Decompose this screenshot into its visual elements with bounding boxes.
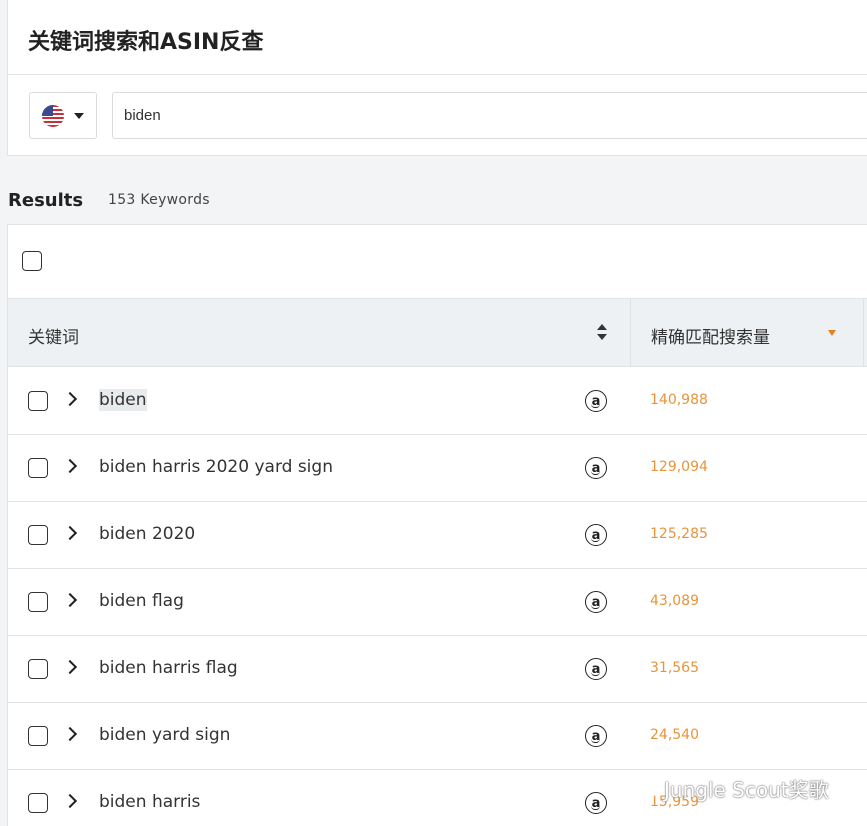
amazon-icon[interactable]: a [585,591,607,613]
amazon-icon[interactable]: a [585,457,607,479]
exact-volume-value: 43,089 [650,593,699,609]
sort-icon[interactable] [596,323,608,343]
row-checkbox[interactable] [28,458,48,478]
column-header-exact-volume[interactable]: 精确匹配搜索量 [651,323,770,348]
select-all-checkbox[interactable] [22,251,42,271]
amazon-icon[interactable]: a [585,792,607,814]
table-row: biden flag a 43,089 [8,569,867,636]
amazon-icon[interactable]: a [585,725,607,747]
exact-volume-value: 140,988 [650,392,708,408]
watermark-text: Jungle Scout奖歌 [664,778,829,802]
row-checkbox[interactable] [28,793,48,813]
search-input[interactable] [112,92,867,139]
chevron-right-icon[interactable] [62,793,78,809]
search-panel: 关键词搜索和ASIN反查 [7,0,867,156]
row-checkbox[interactable] [28,525,48,545]
keyword-text[interactable]: biden [99,389,147,411]
results-count: 153 Keywords [108,192,210,208]
keyword-text[interactable]: biden harris flag [99,657,238,679]
exact-volume-value: 24,540 [650,727,699,743]
exact-volume-value: 31,565 [650,660,699,676]
table-row: biden yard sign a 24,540 [8,703,867,770]
chevron-right-icon[interactable] [62,458,78,474]
chevron-right-icon[interactable] [62,592,78,608]
results-label: Results [8,190,84,211]
us-flag-icon [42,104,64,127]
column-header-keyword[interactable]: 关键词 [28,323,79,348]
row-checkbox[interactable] [28,391,48,411]
keyword-text[interactable]: biden 2020 [99,523,195,545]
keyword-text[interactable]: biden harris 2020 yard sign [99,456,333,478]
chevron-down-icon [74,112,84,119]
row-checkbox[interactable] [28,659,48,679]
watermark: Jungle Scout奖歌 [624,774,829,803]
amazon-icon[interactable]: a [585,658,607,680]
row-checkbox[interactable] [28,592,48,612]
column-divider [863,299,864,367]
table-row: biden harris 2020 yard sign a 129,094 [8,435,867,502]
chevron-right-icon[interactable] [62,659,78,675]
chevron-right-icon[interactable] [62,391,78,407]
results-table: 关键词 精确匹配搜索量 biden a 140,988 biden harris… [7,224,867,826]
amazon-icon[interactable]: a [585,390,607,412]
select-all-row [8,225,867,299]
chevron-right-icon[interactable] [62,525,78,541]
divider [8,74,867,75]
exact-volume-value: 125,285 [650,526,708,542]
country-select[interactable] [29,92,97,139]
table-header: 关键词 精确匹配搜索量 [8,299,867,367]
exact-volume-value: 129,094 [650,459,708,475]
keyword-text[interactable]: biden harris [99,791,200,813]
table-row: biden a 140,988 [8,368,867,435]
keyword-text[interactable]: biden flag [99,590,184,612]
row-checkbox[interactable] [28,726,48,746]
amazon-icon[interactable]: a [585,524,607,546]
chevron-right-icon[interactable] [62,726,78,742]
table-row: biden 2020 a 125,285 [8,502,867,569]
table-row: biden harris flag a 31,565 [8,636,867,703]
wechat-icon [624,777,658,801]
page-title: 关键词搜索和ASIN反查 [28,30,264,55]
table-body: biden a 140,988 biden harris 2020 yard s… [8,368,867,826]
keyword-text[interactable]: biden yard sign [99,724,230,746]
sort-descending-icon[interactable] [828,330,836,336]
column-divider [630,299,631,367]
